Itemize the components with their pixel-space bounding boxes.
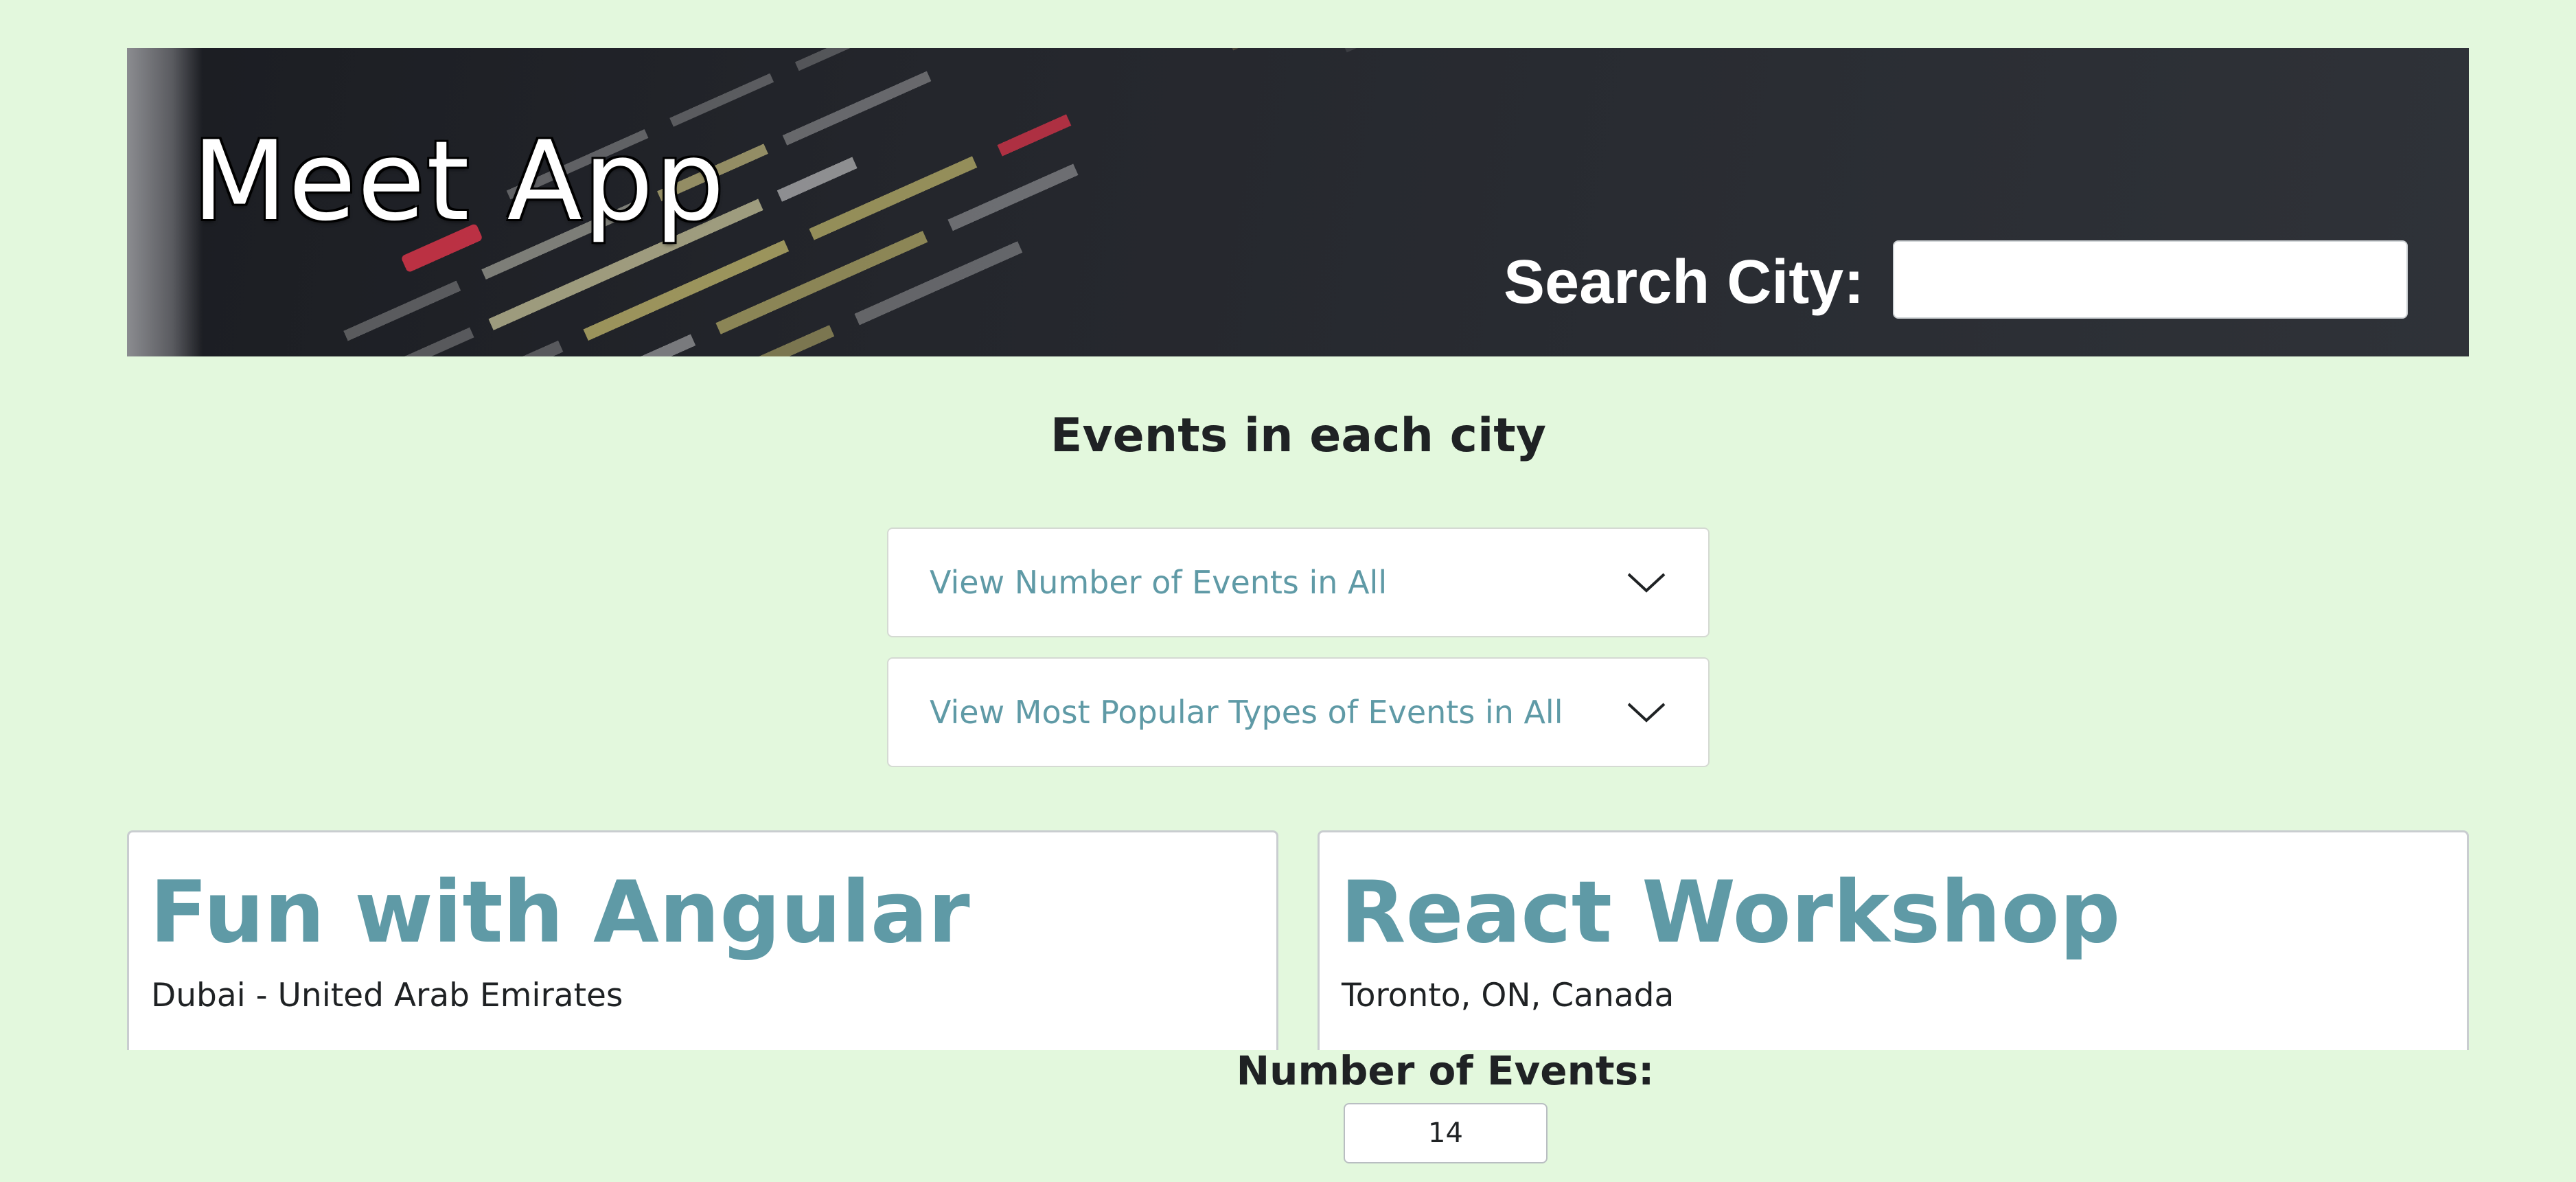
search-city-label: Search City: (1504, 248, 1865, 317)
event-card[interactable]: Fun with Angular Dubai - United Arab Emi… (127, 830, 1278, 1050)
number-of-events-input[interactable] (1344, 1103, 1548, 1163)
event-title: Fun with Angular (150, 863, 970, 962)
event-title: React Workshop (1340, 863, 2121, 962)
number-of-events-label: Number of Events: (1236, 1047, 1655, 1094)
accordion-popular-event-types[interactable]: View Most Popular Types of Events in All (887, 657, 1710, 767)
header-banner: Meet App Search City: (127, 48, 2469, 356)
search-city-input[interactable] (1893, 240, 2408, 319)
event-card[interactable]: React Workshop Toronto, ON, Canada (1318, 830, 2469, 1050)
event-location: Dubai - United Arab Emirates (151, 977, 623, 1014)
chevron-down-icon (1627, 703, 1666, 723)
event-location: Toronto, ON, Canada (1342, 977, 1675, 1014)
accordion-number-of-events-label: View Number of Events in All (930, 564, 1388, 601)
accordion-number-of-events[interactable]: View Number of Events in All (887, 527, 1710, 637)
accordion-popular-event-types-label: View Most Popular Types of Events in All (930, 694, 1563, 731)
events-section-heading: Events in each city (1050, 409, 1547, 463)
chevron-down-icon (1627, 573, 1666, 593)
app-title: Meet App (192, 117, 726, 245)
